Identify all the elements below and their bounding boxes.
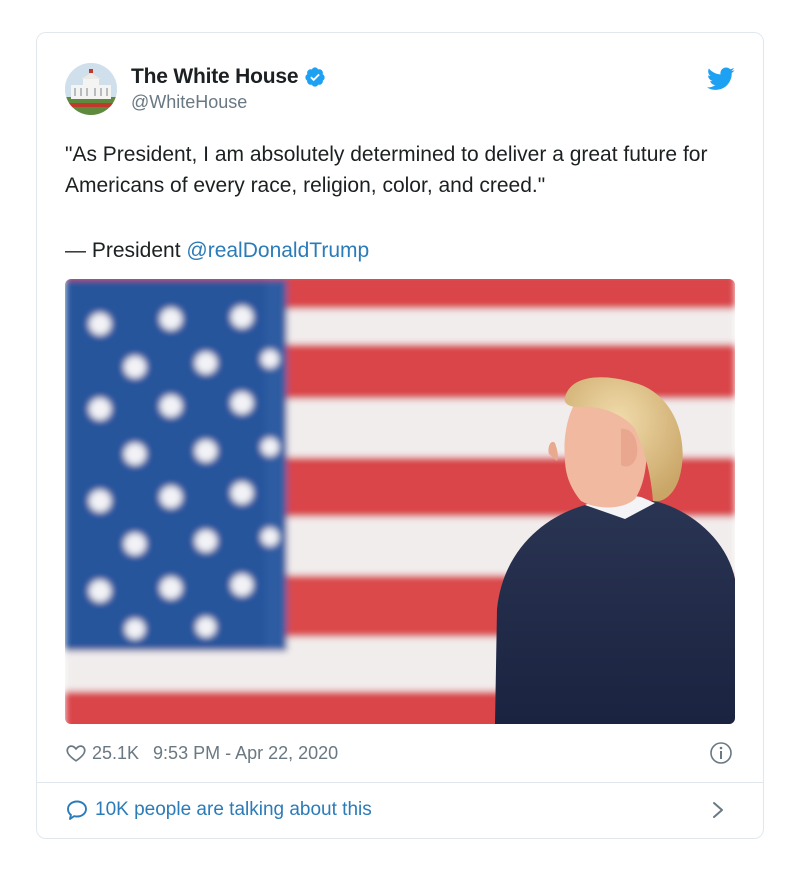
attribution-prefix: — President	[65, 239, 187, 262]
info-icon[interactable]	[709, 741, 733, 765]
speech-bubble-icon	[67, 800, 87, 820]
verified-badge-icon	[305, 67, 325, 87]
conversation-label: 10K people are talking about this	[95, 799, 372, 820]
author-display-name[interactable]: The White House	[131, 65, 299, 89]
conversation-link[interactable]: 10K people are talking about this	[65, 795, 735, 825]
avatar[interactable]	[65, 63, 117, 115]
tweet-header: The White House @WhiteHouse	[65, 61, 735, 121]
like-button[interactable]: 25.1K	[65, 742, 139, 764]
twitter-bird-icon[interactable]	[707, 67, 735, 91]
author-handle[interactable]: @WhiteHouse	[131, 92, 326, 113]
author-info: The White House @WhiteHouse	[131, 65, 326, 113]
mention-link[interactable]: @realDonaldTrump	[186, 239, 369, 262]
tweet-meta: 25.1K 9:53 PM - Apr 22, 2020	[65, 739, 735, 767]
tweet-attribution: — President @realDonaldTrump	[65, 235, 369, 266]
embedded-tweet-card: The White House @WhiteHouse "As Presiden…	[36, 32, 764, 839]
heart-icon	[66, 745, 86, 762]
divider	[37, 782, 763, 783]
tweet-text: "As President, I am absolutely determine…	[65, 143, 708, 197]
tweet-photo[interactable]	[65, 279, 735, 724]
tweet-timestamp[interactable]: 9:53 PM - Apr 22, 2020	[153, 743, 338, 764]
like-count: 25.1K	[92, 742, 140, 763]
chevron-right-icon	[713, 802, 723, 818]
